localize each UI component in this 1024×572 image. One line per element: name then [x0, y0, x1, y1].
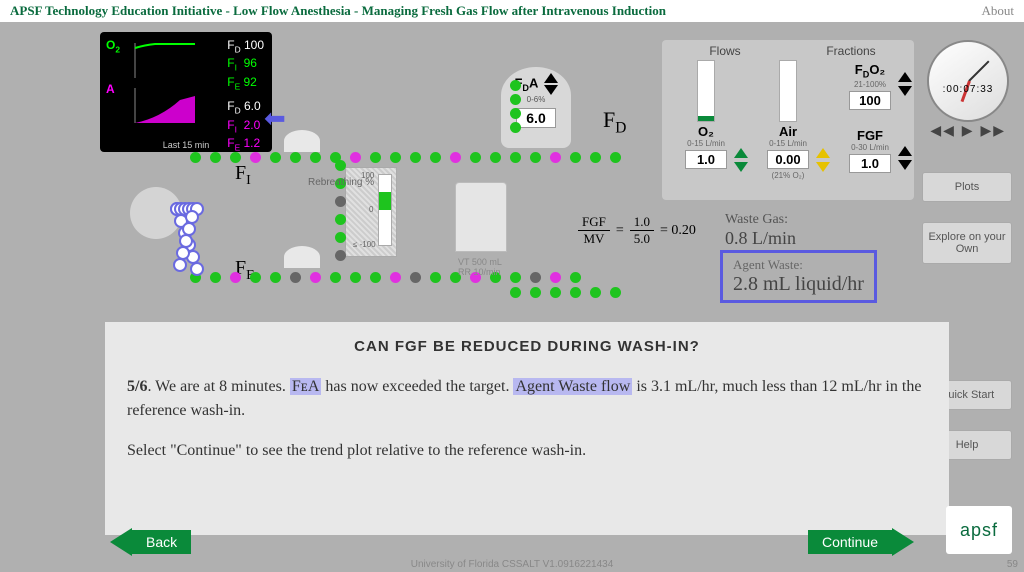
fgf-up-button[interactable] — [898, 146, 912, 156]
arrow-left-icon: ⬅ — [264, 104, 286, 134]
o2-flow-control: O₂ 0-15 L/min 1.0 — [666, 60, 746, 171]
transport-controls[interactable]: ◀◀ ▶ ▶▶ — [930, 122, 1006, 139]
instruction-panel: CAN FGF BE REDUCED DURING WASH-IN? 5/6. … — [105, 322, 949, 535]
about-link[interactable]: About — [982, 3, 1015, 19]
simulation-clock: :00:07:33 — [927, 40, 1009, 122]
fgf-down-button[interactable] — [898, 160, 912, 170]
explore-button[interactable]: Explore on your Own — [922, 222, 1012, 264]
waste-gas-readout: Waste Gas:0.8 L/min — [725, 212, 796, 249]
air-flow-control: Air 0-15 L/min 0.00 (21% O₂) — [748, 60, 828, 180]
apsf-logo: apsf — [946, 506, 1012, 554]
footer-text: University of Florida CSSALT V1.09162214… — [0, 559, 1024, 570]
page-number: 59 — [1007, 559, 1018, 570]
trend-plot — [130, 38, 200, 128]
fdo2-down-button[interactable] — [898, 86, 912, 96]
o2-down-button[interactable] — [734, 162, 748, 172]
agent-label: A — [106, 82, 115, 96]
rebreathing-gauge: Rebreathing % 100 0 ≤ -100 — [308, 177, 392, 246]
fda-value: 6.0 — [516, 108, 556, 128]
fdo2-up-button[interactable] — [898, 72, 912, 82]
plots-button[interactable]: Plots — [922, 172, 1012, 202]
fdo2-control: FDO₂ 21-100% 100 FGF 0-30 L/min 1.0 — [830, 60, 910, 175]
fgf-mv-equation: FGFMV = 1.05.0 = 0.20 — [578, 214, 696, 247]
air-down-button[interactable] — [816, 162, 830, 172]
gas-controls-panel: FlowsFractions O₂ 0-15 L/min 1.0 Air 0-1… — [662, 40, 914, 200]
continue-button[interactable]: Continue — [808, 528, 914, 556]
agent-waste-readout: Agent Waste:2.8 mL liquid/hr — [720, 250, 877, 303]
back-button[interactable]: Back — [110, 528, 191, 556]
o2-label: O2 — [106, 38, 120, 52]
air-up-button[interactable] — [816, 148, 830, 158]
vt-rr-label: VT 500 mLRR 10/min — [458, 257, 502, 277]
fda-down-button[interactable] — [544, 85, 558, 95]
o2-up-button[interactable] — [734, 148, 748, 158]
page-title: APSF Technology Education Initiative - L… — [10, 3, 666, 19]
fda-up-button[interactable] — [544, 73, 558, 83]
